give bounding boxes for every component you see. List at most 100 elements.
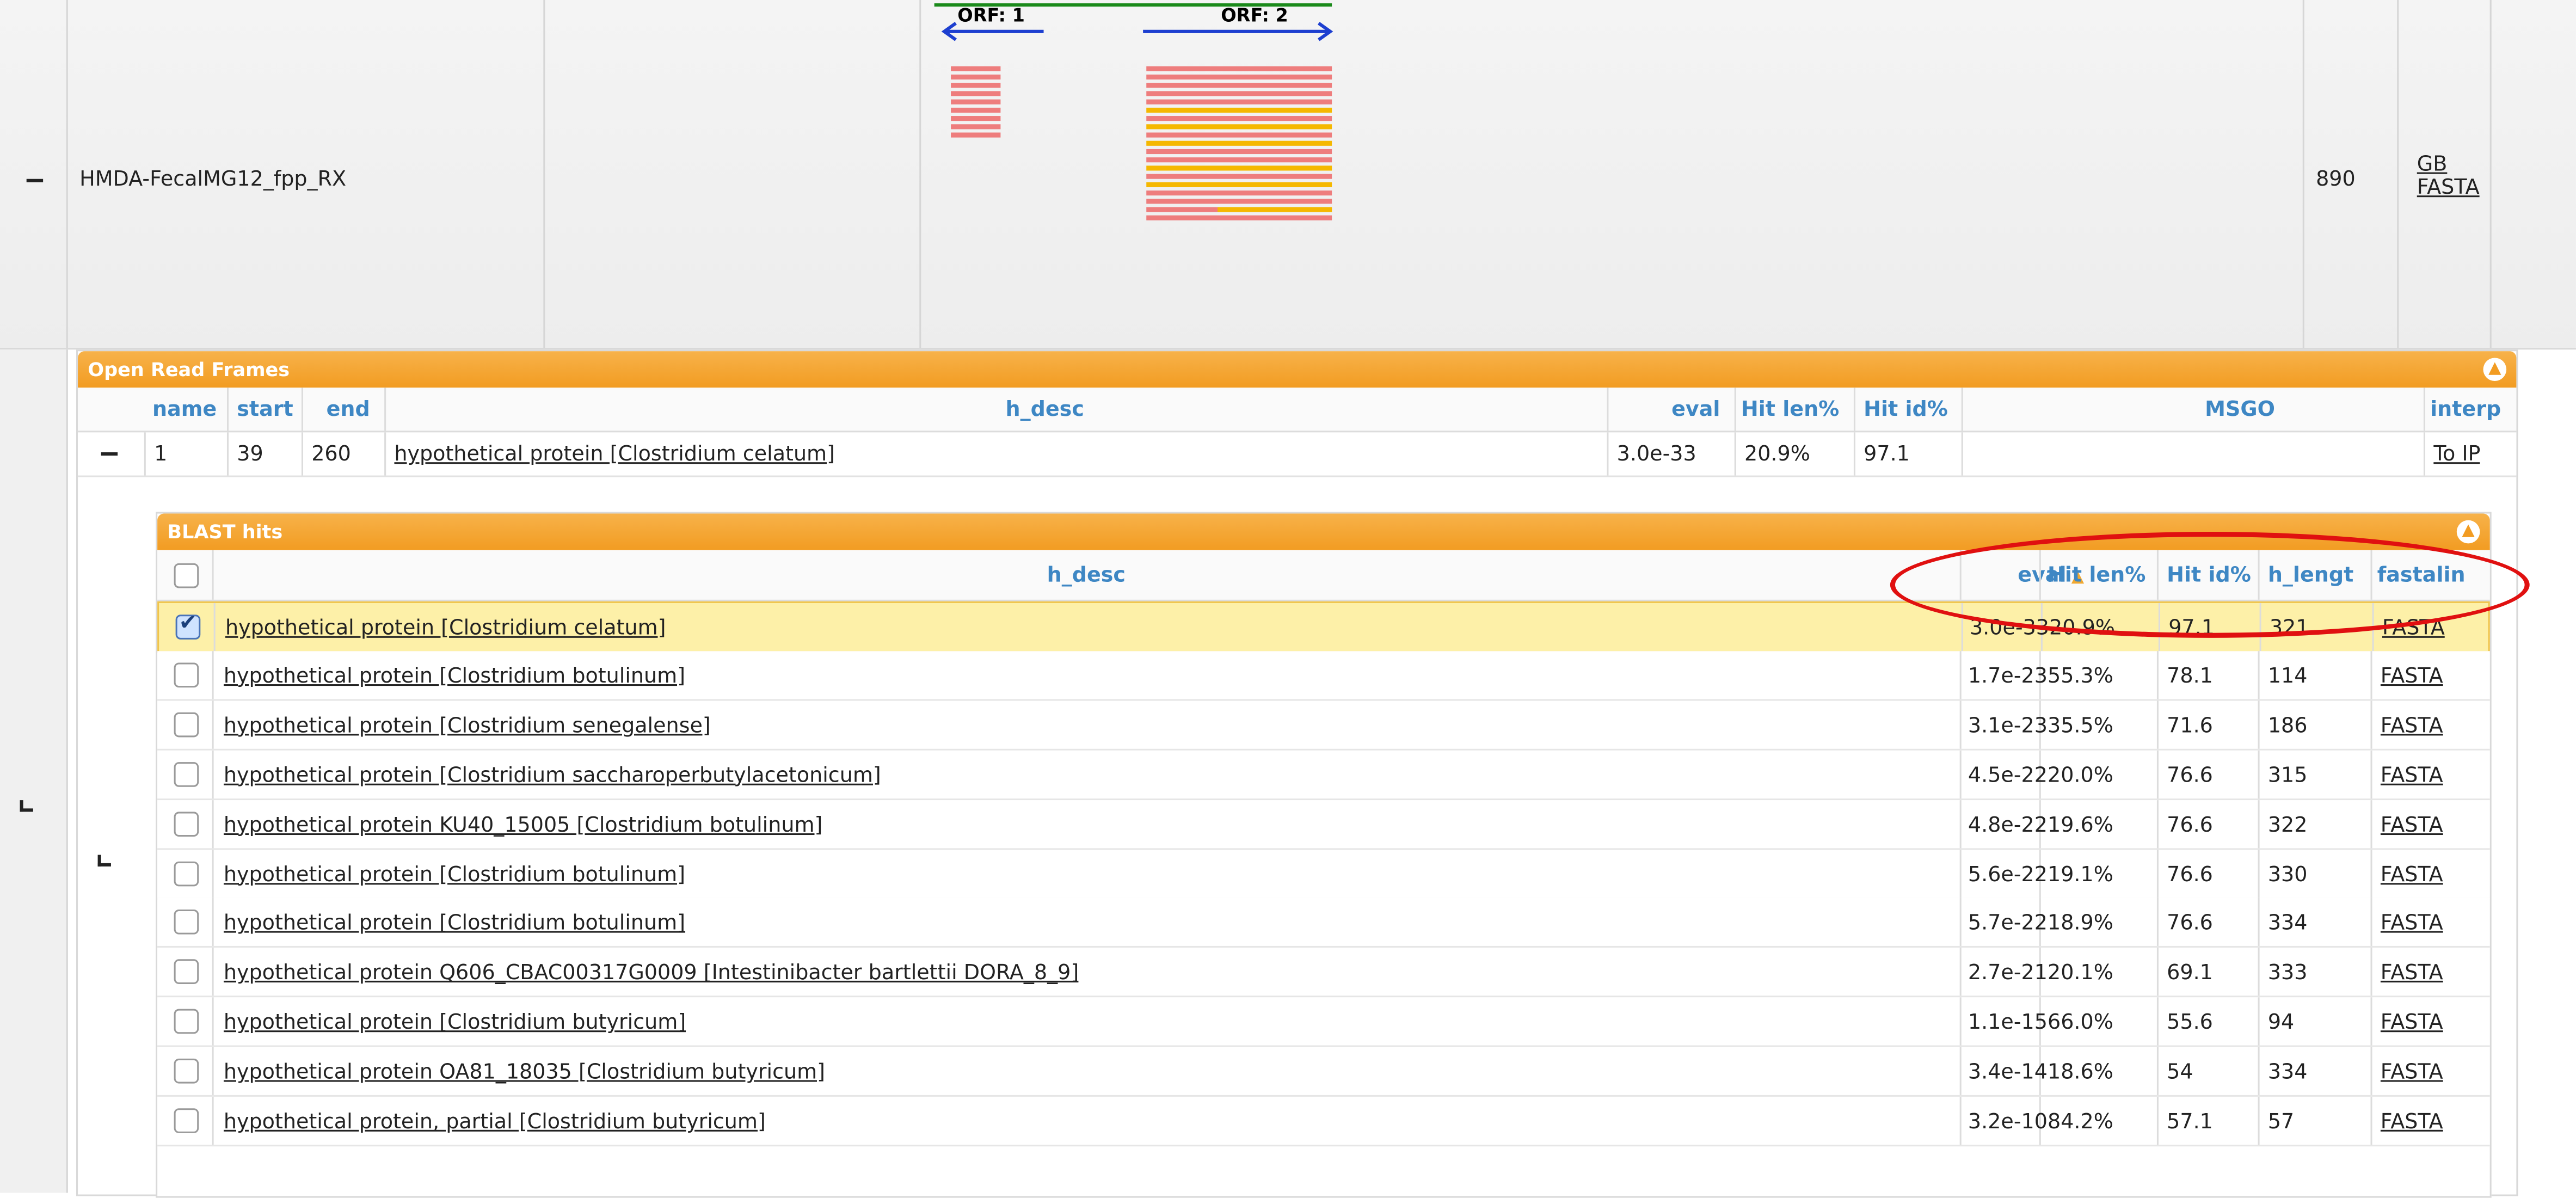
- hit-length: 321: [2269, 615, 2309, 640]
- hit-desc-link[interactable]: hypothetical protein [Clostridium botuli…: [224, 849, 685, 897]
- hit-len: 55.3%: [2048, 662, 2113, 687]
- contig-length: 890: [2316, 165, 2356, 191]
- col-interp[interactable]: interp: [2430, 388, 2513, 431]
- hit-desc-link[interactable]: hypothetical protein Q606_CBAC00317G0009…: [224, 948, 1079, 996]
- bh-col-hit-len[interactable]: Hit len%: [2048, 550, 2145, 600]
- hit-checkbox[interactable]: [174, 811, 199, 836]
- contig-row: HMDA-FecalMG12_fpp_RX ORF: 1 ORF: 2 890 …: [0, 0, 2576, 350]
- bh-col-hit-id[interactable]: Hit id%: [2167, 550, 2251, 600]
- blast-hit-row[interactable]: hypothetical protein [Clostridium botuli…: [157, 650, 2490, 701]
- hit-len: 84.2%: [2048, 1108, 2113, 1133]
- hit-fasta-link[interactable]: FASTA: [2381, 998, 2443, 1046]
- orf-panel-title: Open Read Frames: [78, 351, 2517, 388]
- hit-len: 19.6%: [2048, 811, 2113, 836]
- blast-hit-row[interactable]: hypothetical protein [Clostridium celatu…: [157, 601, 2490, 653]
- hit-id: 76.6: [2167, 910, 2213, 935]
- blast-hit-row[interactable]: hypothetical protein [Clostridium senega…: [157, 700, 2490, 751]
- hit-checkbox[interactable]: [174, 712, 199, 737]
- hit-checkbox[interactable]: [174, 960, 199, 985]
- col-msgo[interactable]: MSGO: [2205, 388, 2275, 431]
- blast-hit-row[interactable]: hypothetical protein Q606_CBAC00317G0009…: [157, 948, 2490, 998]
- hit-desc-link[interactable]: hypothetical protein OA81_18035 [Clostri…: [224, 1047, 825, 1095]
- hit-checkbox[interactable]: [175, 611, 201, 640]
- hit-fasta-link[interactable]: FASTA: [2381, 899, 2443, 947]
- col-start[interactable]: start: [237, 388, 293, 431]
- hit-id: 54: [2167, 1059, 2193, 1084]
- hit-checkbox[interactable]: [174, 761, 199, 787]
- orf-1-hits: [951, 66, 1001, 138]
- hit-length: 330: [2267, 861, 2308, 886]
- col-name[interactable]: name: [152, 388, 217, 431]
- hit-eval: 4.8e-22: [1968, 811, 2048, 836]
- blast-hit-row[interactable]: hypothetical protein [Clostridium botuli…: [157, 849, 2490, 899]
- orf-table-header: name start end h_desc eval Hit len% Hit …: [78, 388, 2517, 433]
- col-hit-len[interactable]: Hit len%: [1741, 388, 1839, 431]
- hit-desc-link[interactable]: hypothetical protein [Clostridium botuli…: [224, 651, 685, 699]
- col-end[interactable]: end: [327, 388, 370, 431]
- hit-checkbox[interactable]: [174, 1009, 199, 1034]
- hit-fasta-link[interactable]: FASTA: [2381, 948, 2443, 996]
- orf-start: 39: [237, 440, 263, 466]
- hit-eval: 4.5e-22: [1968, 761, 2048, 787]
- hit-desc-link[interactable]: hypothetical protein, partial [Clostridi…: [224, 1097, 766, 1145]
- blast-panel-title: BLAST hits: [157, 513, 2490, 550]
- orf-panel-collapse-icon[interactable]: ▲: [2483, 358, 2507, 382]
- orf-1-label[interactable]: ORF: 1: [957, 5, 1025, 27]
- blast-hit-row[interactable]: hypothetical protein [Clostridium saccha…: [157, 749, 2490, 800]
- hit-fasta-link[interactable]: FASTA: [2381, 651, 2443, 699]
- col-h-desc[interactable]: h_desc: [1006, 388, 1084, 431]
- fasta-link[interactable]: FASTA: [2417, 175, 2480, 199]
- orf-h-desc-link[interactable]: hypothetical protein [Clostridium celatu…: [394, 432, 835, 475]
- collapse-contig-icon[interactable]: [26, 179, 44, 182]
- hit-fasta-link[interactable]: FASTA: [2381, 750, 2443, 798]
- blast-hit-row[interactable]: hypothetical protein, partial [Clostridi…: [157, 1096, 2490, 1147]
- hit-desc-link[interactable]: hypothetical protein [Clostridium saccha…: [224, 750, 881, 798]
- hit-fasta-link[interactable]: FASTA: [2382, 603, 2445, 651]
- col-hit-id[interactable]: Hit id%: [1864, 388, 1948, 431]
- blast-hit-row[interactable]: hypothetical protein [Clostridium botuli…: [157, 898, 2490, 949]
- col-eval[interactable]: eval: [1671, 388, 1720, 431]
- hit-id: 97.1: [2168, 615, 2215, 640]
- hit-length: 94: [2267, 1009, 2295, 1034]
- orf-name: 1: [154, 440, 168, 466]
- hit-fasta-link[interactable]: FASTA: [2381, 1097, 2443, 1145]
- blast-hit-row[interactable]: hypothetical protein KU40_15005 [Clostri…: [157, 799, 2490, 850]
- blast-hit-row[interactable]: hypothetical protein [Clostridium butyri…: [157, 997, 2490, 1048]
- blast-panel-collapse-icon[interactable]: ▲: [2456, 520, 2480, 544]
- orf-hit-len: 20.9%: [1744, 440, 1810, 466]
- hit-desc-link[interactable]: hypothetical protein [Clostridium botuli…: [224, 899, 685, 947]
- hit-checkbox[interactable]: [174, 1059, 199, 1084]
- hit-checkbox[interactable]: [174, 861, 199, 886]
- hit-len: 19.1%: [2048, 861, 2113, 886]
- hit-len: 66.0%: [2048, 1009, 2113, 1034]
- hit-len: 20.0%: [2048, 761, 2113, 787]
- hit-fasta-link[interactable]: FASTA: [2381, 800, 2443, 847]
- hit-desc-link[interactable]: hypothetical protein [Clostridium butyri…: [224, 998, 686, 1046]
- hit-checkbox[interactable]: [174, 662, 199, 687]
- gb-link[interactable]: GB: [2417, 151, 2480, 176]
- blast-hit-row[interactable]: hypothetical protein OA81_18035 [Clostri…: [157, 1047, 2490, 1097]
- hit-eval: 3.4e-14: [1968, 1059, 2048, 1084]
- select-all-checkbox[interactable]: [174, 563, 199, 588]
- hit-fasta-link[interactable]: FASTA: [2381, 701, 2443, 748]
- hit-fasta-link[interactable]: FASTA: [2381, 849, 2443, 897]
- hit-fasta-link[interactable]: FASTA: [2381, 1047, 2443, 1095]
- hit-len: 18.6%: [2048, 1059, 2113, 1084]
- bh-col-h-desc[interactable]: h_desc: [1047, 550, 1126, 600]
- hit-id: 76.6: [2167, 861, 2213, 886]
- orf-2-label[interactable]: ORF: 2: [1221, 5, 1288, 27]
- orf-row[interactable]: 1 39 260 hypothetical protein [Clostridi…: [78, 432, 2517, 477]
- orf-schematic: [934, 3, 1333, 220]
- hit-checkbox[interactable]: [174, 1108, 199, 1133]
- stage: HMDA-FecalMG12_fpp_RX ORF: 1 ORF: 2 890 …: [0, 0, 2576, 1198]
- bh-col-fastalink[interactable]: fastalin: [2377, 550, 2477, 600]
- hit-desc-link[interactable]: hypothetical protein [Clostridium celatu…: [225, 603, 666, 651]
- hit-checkbox[interactable]: [174, 910, 199, 935]
- collapse-orf-icon[interactable]: [101, 452, 118, 456]
- hit-desc-link[interactable]: hypothetical protein KU40_15005 [Clostri…: [224, 800, 822, 847]
- to-ip-link[interactable]: To IP: [2433, 432, 2480, 475]
- contig-name: HMDA-FecalMG12_fpp_RX: [79, 165, 347, 191]
- hit-desc-link[interactable]: hypothetical protein [Clostridium senega…: [224, 701, 711, 748]
- bh-col-h-length[interactable]: h_lengt: [2268, 550, 2368, 600]
- hit-id: 78.1: [2167, 662, 2213, 687]
